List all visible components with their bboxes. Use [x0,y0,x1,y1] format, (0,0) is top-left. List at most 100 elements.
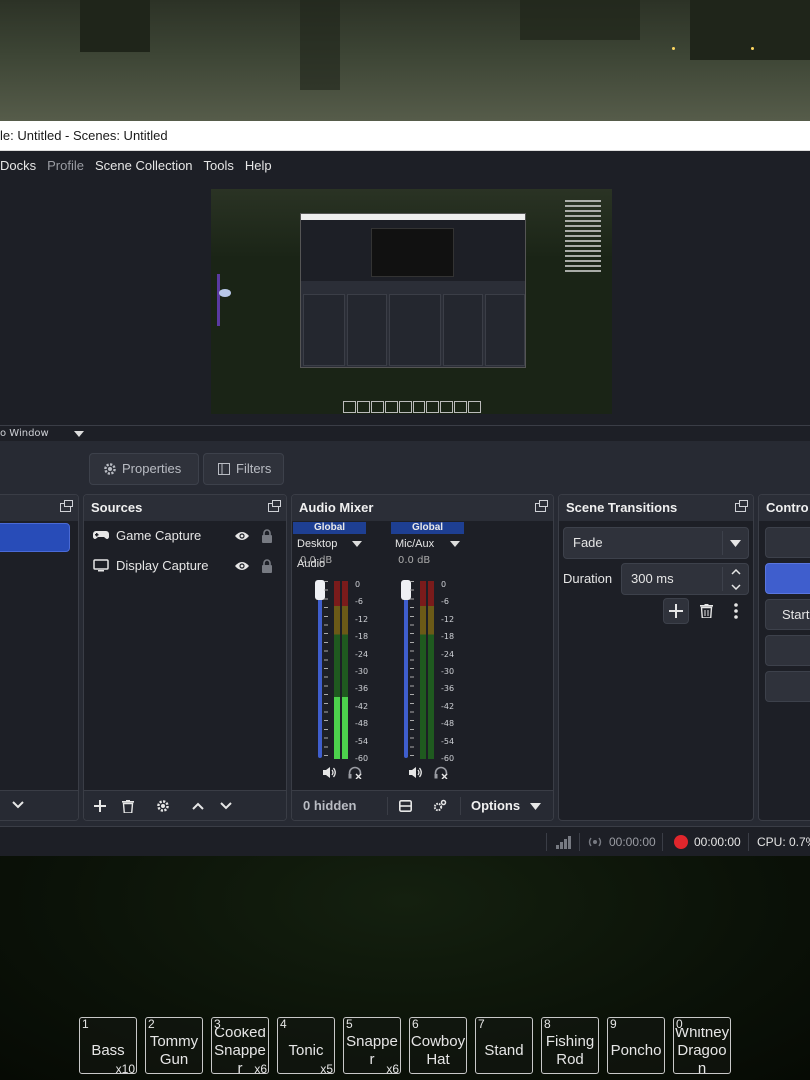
cpu-usage: CPU: 0.7% [757,835,810,849]
hotbar-slot[interactable]: 4 Tonic x5 [277,1017,335,1075]
monitor-icon [93,559,109,572]
transition-select[interactable]: Fade [563,527,749,559]
preview-canvas[interactable] [211,189,612,414]
hotbar-slot[interactable]: 9 Poncho [607,1017,665,1074]
source-item[interactable]: Game Capture [84,521,286,551]
scene-item-selected[interactable] [0,523,70,552]
controls-dock: Contro Start [758,494,810,821]
chevron-down-icon[interactable] [74,431,84,437]
hotbar-slot[interactable]: 8 FishingRod [541,1017,599,1074]
chevron-down-icon[interactable] [530,803,541,810]
undock-icon[interactable] [735,500,748,512]
hidden-count[interactable]: 0 hidden [303,798,356,813]
transitions-title: Scene Transitions [566,500,678,515]
duration-value: 300 ms [631,571,674,586]
start-recording-button[interactable] [765,563,810,594]
hotbar-slot[interactable]: 6 Cowboy Hat [409,1017,467,1074]
chevron-down-icon[interactable] [731,584,741,590]
channel-db: 0.0 dB [398,555,431,566]
eye-icon[interactable] [234,559,250,573]
hotbar-slot-item: Stand [484,1041,524,1059]
speaker-icon[interactable] [409,766,423,779]
audio-mixer-header: Audio Mixer [292,495,553,521]
level-meter-right [342,581,348,759]
properties-button[interactable]: Properties [89,453,199,485]
add-source-button[interactable] [87,791,113,820]
headphones-icon[interactable] [348,766,362,779]
filters-button[interactable]: Filters [203,453,284,485]
audio-mixer-footer: 0 hidden Options [292,790,553,820]
hotbar-slot[interactable]: 2 Tommy Gun [145,1017,203,1074]
menu-tools[interactable]: Tools [204,158,240,173]
controls-header: Contro [759,495,810,521]
menu-scene-collection[interactable]: Scene Collection [95,158,199,173]
context-source-label: o Window [0,428,49,439]
transition-selected: Fade [573,535,603,550]
source-name: Game Capture [116,528,202,543]
eye-icon[interactable] [234,529,250,543]
sources-dock-header: Sources [84,495,286,521]
preview-side-list [565,197,611,319]
chevron-down-icon [220,802,232,810]
meter-scale: 0 -6 -12 -18 -24 -30 -36 -42 -48 -54 -60 [441,580,455,763]
options-button[interactable]: Options [471,798,520,813]
lock-icon[interactable] [261,559,273,573]
source-name: Display Capture [116,558,209,573]
undock-icon[interactable] [268,500,281,512]
channel-name-dropdown[interactable]: Mic/Aux [391,534,464,554]
scenes-dock [0,494,79,821]
duration-spinbox[interactable]: 300 ms [621,563,749,595]
hotbar-slot[interactable]: 7 Stand [475,1017,533,1074]
volume-slider-track[interactable] [318,582,322,758]
settings-button[interactable] [765,671,810,702]
start-virtual-camera-button[interactable]: Start [765,599,810,630]
menu-profile[interactable]: Profile [47,158,90,173]
chevron-down-icon [352,541,362,547]
channel-name-dropdown[interactable]: Desktop Audio [293,534,366,570]
move-up-button[interactable] [185,791,211,820]
screen: le: Untitled - Scenes: Untitled Docks Pr… [0,0,810,1080]
stream-timer: 00:00:00 [609,835,656,849]
status-bar: 00:00:00 00:00:00 CPU: 0.7% [0,826,810,856]
source-item[interactable]: Display Capture [84,551,286,581]
hotbar-slot[interactable]: 5 Snapper x6 [343,1017,401,1075]
menu-help[interactable]: Help [245,158,278,173]
stream-broadcast-icon [588,837,602,847]
hotbar-slot-item: Whitney Dragoon [674,1028,730,1073]
trash-icon [122,799,134,813]
layout-toggle-icon[interactable] [399,800,412,812]
chevron-up-icon [192,802,204,810]
source-properties-button[interactable] [150,791,176,820]
more-vertical-icon[interactable] [734,603,738,619]
hotbar-slot[interactable]: 0 Whitney Dragoon [673,1017,731,1074]
properties-label: Properties [122,461,182,476]
start-streaming-button[interactable] [765,527,810,558]
hotbar-slot-item: FishingRod [545,1032,595,1068]
lock-icon[interactable] [261,529,273,543]
undock-icon[interactable] [535,500,548,512]
start-label: Start [782,607,810,622]
filter-icon [218,463,230,475]
speaker-icon[interactable] [323,766,337,779]
plus-icon [94,800,106,812]
chevron-down-icon[interactable] [12,801,24,809]
move-down-button[interactable] [213,791,239,820]
headphones-icon[interactable] [434,766,448,779]
volume-slider-track[interactable] [404,582,408,758]
hotbar-slot[interactable]: 1 Bass x10 [79,1017,137,1075]
menu-docks[interactable]: Docks [0,158,42,173]
studio-mode-button[interactable] [765,635,810,666]
trash-icon[interactable] [700,604,713,618]
advanced-audio-gear-icon[interactable] [433,799,447,813]
chevron-up-icon[interactable] [731,569,741,575]
audio-channel-mic: Global Mic/Aux 0.0 dB 0 -6 -12 -18 -24 -30 -36… [391,522,464,789]
meter-scale: 0 -6 -12 -18 -24 -30 -36 -42 -48 -54 -60 [355,580,369,763]
remove-source-button[interactable] [115,791,141,820]
fader-ticks [410,581,414,759]
add-transition-button[interactable] [663,598,689,624]
channel-name: Mic/Aux [395,538,435,550]
undock-icon[interactable] [60,500,73,512]
channel-global-label: Global [293,522,366,534]
hotbar-slot[interactable]: 3 Cooked Snapper x6 [211,1017,269,1075]
gear-icon [157,800,169,812]
